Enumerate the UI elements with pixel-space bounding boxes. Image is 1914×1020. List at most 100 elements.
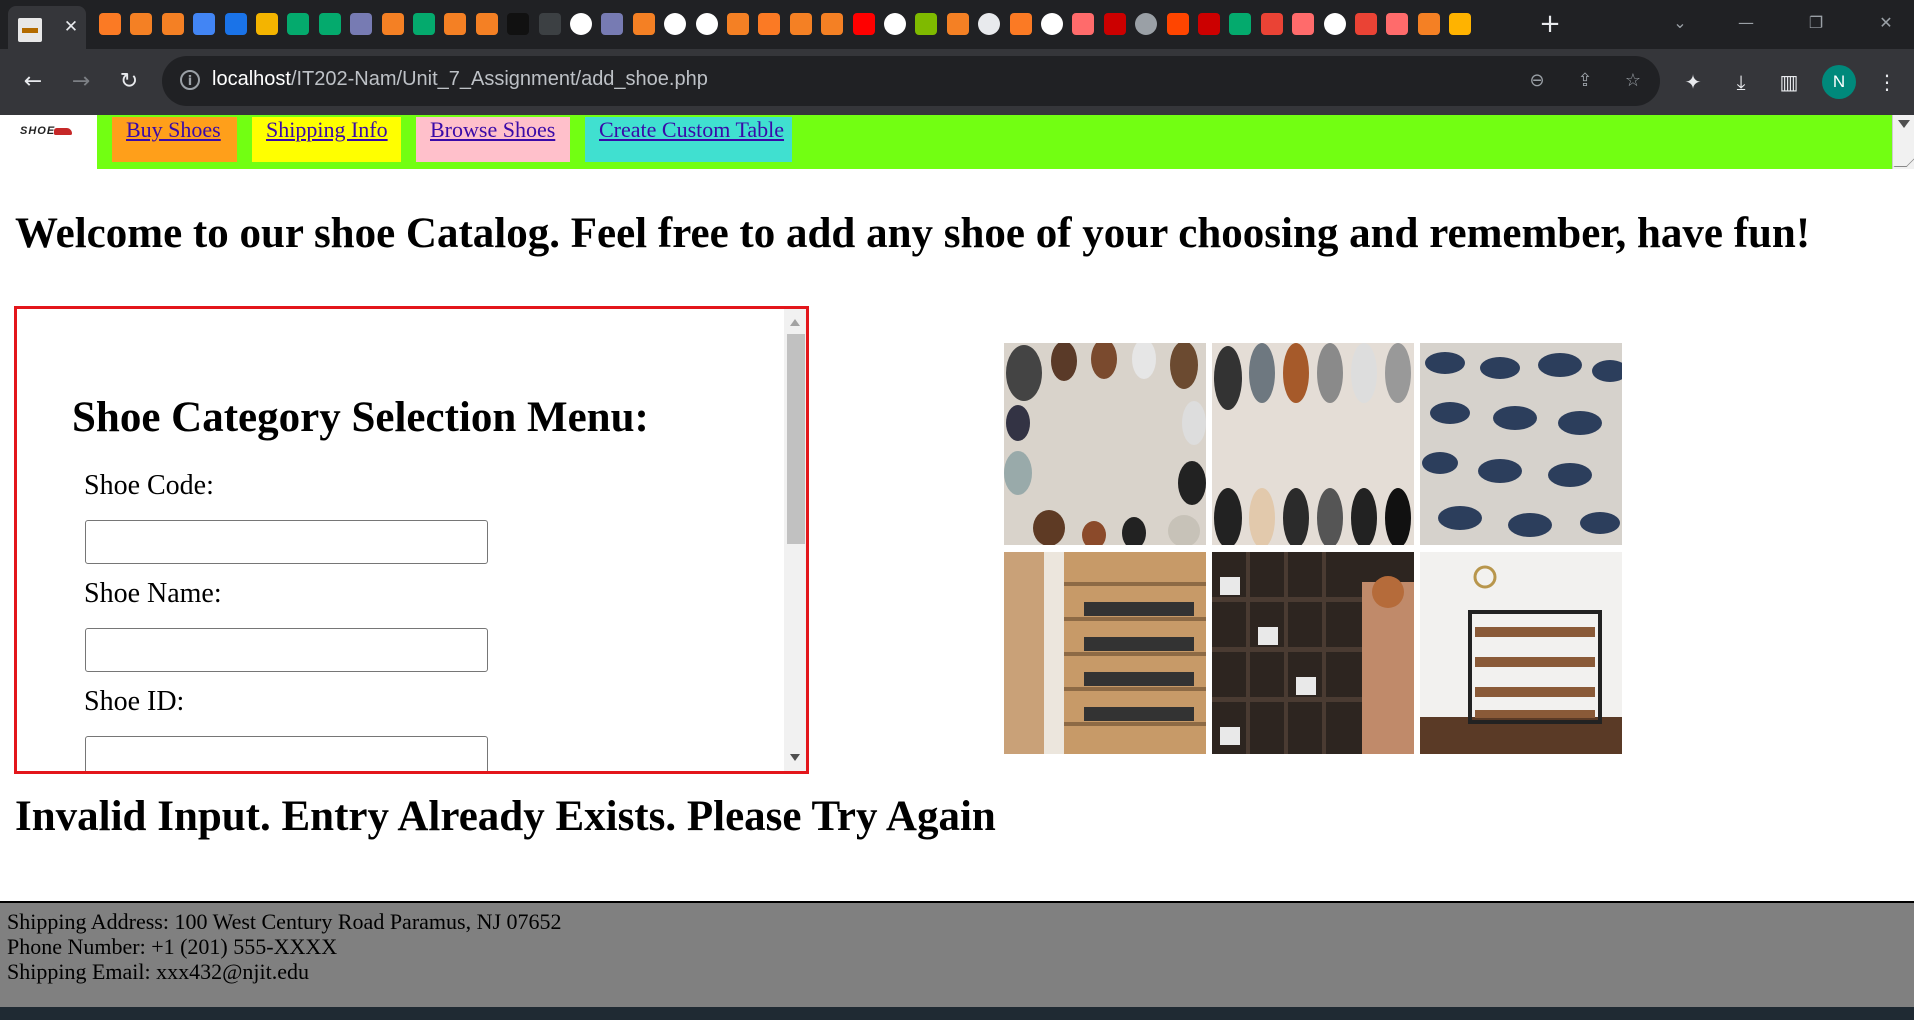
scroll-up-arrow-icon[interactable] <box>790 319 800 326</box>
w3schools-icon[interactable] <box>413 13 435 35</box>
xampp-icon[interactable] <box>1009 13 1032 35</box>
youtube-icon[interactable] <box>852 13 875 35</box>
url-text[interactable]: localhost/IT202-Nam/Unit_7_Assignment/ad… <box>212 68 708 91</box>
shoe-code-input[interactable] <box>85 520 488 564</box>
php-icon[interactable] <box>350 13 373 35</box>
shoes-row-floor-image <box>1212 343 1414 545</box>
shoe-name-input[interactable] <box>85 628 488 672</box>
tab-strip: ✕ + ⌄ — ❐ ✕ <box>0 0 1914 49</box>
google-icon[interactable] <box>884 13 906 35</box>
shoe-name-label: Shoe Name: <box>84 578 222 609</box>
stackoverflow-icon[interactable] <box>632 13 655 35</box>
nav-link-browse-shoes[interactable]: Browse Shoes <box>416 117 570 162</box>
stackoverflow-icon[interactable] <box>381 13 404 35</box>
c-icon[interactable] <box>1449 13 1472 35</box>
stackoverflow-icon[interactable] <box>130 13 153 35</box>
google-icon[interactable] <box>695 13 718 35</box>
back-button[interactable]: ← <box>16 65 50 99</box>
stackoverflow-icon[interactable] <box>1417 13 1440 35</box>
error-message: Invalid Input. Entry Already Exists. Ple… <box>15 793 996 840</box>
menu-icon[interactable]: ⋮ <box>1870 65 1904 99</box>
asterisk-icon[interactable] <box>1072 13 1095 35</box>
forward-button[interactable]: → <box>64 65 98 99</box>
new-tab-button[interactable]: + <box>1538 10 1562 38</box>
download-icon[interactable]: ⤓ <box>1724 65 1758 99</box>
g-icon[interactable] <box>1355 13 1377 35</box>
extensions-icon[interactable]: ✦ <box>1676 65 1710 99</box>
g-icon[interactable] <box>1260 13 1283 35</box>
microsoft-icon[interactable] <box>915 13 938 35</box>
google-icon[interactable] <box>664 13 687 35</box>
address-bar[interactable]: i localhost/IT202-Nam/Unit_7_Assignment/… <box>162 56 1660 106</box>
tab-search-icon[interactable]: ⌄ <box>1660 10 1700 36</box>
close-window-icon[interactable]: ✕ <box>1866 10 1906 36</box>
phpmyadmin-icon <box>18 18 42 42</box>
resize-grip-icon[interactable] <box>1893 154 1914 167</box>
asterisk-icon[interactable] <box>1386 13 1409 35</box>
shoe-rack-image <box>1420 552 1622 754</box>
scrollbar-thumb[interactable] <box>787 334 805 544</box>
nav-frame-scrollbar[interactable] <box>1892 115 1914 169</box>
url-host: localhost <box>212 68 291 90</box>
stackoverflow-icon[interactable] <box>161 13 184 35</box>
restore-icon[interactable]: ❐ <box>1796 10 1836 36</box>
footer-phone: Phone Number: +1 (201) 555-XXXX <box>7 934 338 959</box>
profile-avatar[interactable]: N <box>1822 65 1856 99</box>
code-icon[interactable] <box>538 13 561 35</box>
shoes-circle-floor-image <box>1004 343 1206 545</box>
shoe-logo: SHOE <box>20 125 72 141</box>
url-path: /IT202-Nam/Unit_7_Assignment/add_shoe.ph… <box>290 68 708 90</box>
stackoverflow-icon[interactable] <box>727 13 749 35</box>
history-icon[interactable] <box>978 13 1001 35</box>
side-panel-icon[interactable]: ▥ <box>1772 65 1806 99</box>
stackoverflow-icon[interactable] <box>946 13 969 35</box>
site-info-icon[interactable]: i <box>180 70 200 90</box>
shoes-wall-display-image <box>1420 343 1622 545</box>
shoe-gallery <box>1004 343 1622 756</box>
slides-icon[interactable] <box>256 13 278 35</box>
footer-address: Shipping Address: 100 West Century Road … <box>7 909 562 934</box>
circle-c-icon[interactable] <box>224 13 247 35</box>
globe-icon[interactable] <box>1135 13 1158 35</box>
w3schools-icon[interactable] <box>1229 13 1252 35</box>
zoom-icon[interactable]: ⊖ <box>1524 68 1550 94</box>
scroll-down-arrow-icon[interactable] <box>1898 120 1910 128</box>
shoe-store-shelves-image <box>1212 552 1414 754</box>
page-content: SHOE Buy Shoes Shipping Info Browse Shoe… <box>0 115 1914 1007</box>
asterisk-icon[interactable] <box>1292 13 1315 35</box>
browser-toolbar: ← → ↻ i localhost/IT202-Nam/Unit_7_Assig… <box>0 49 1914 115</box>
shoe-code-label: Shoe Code: <box>84 470 214 501</box>
w3schools-icon[interactable] <box>318 13 341 35</box>
xampp-icon[interactable] <box>758 13 781 35</box>
reddit-icon[interactable] <box>1166 13 1189 35</box>
google-icon[interactable] <box>1323 13 1346 35</box>
footer-email: Shipping Email: xxx432@njit.edu <box>7 959 309 984</box>
php-icon[interactable] <box>601 13 624 35</box>
close-tab-icon[interactable]: ✕ <box>60 16 82 38</box>
nav-link-shipping-info[interactable]: Shipping Info <box>252 117 401 162</box>
njit-icon[interactable] <box>1103 13 1126 35</box>
njit-icon[interactable] <box>1198 13 1220 35</box>
active-tab[interactable]: ✕ <box>8 6 86 49</box>
w3schools-icon[interactable] <box>287 13 310 35</box>
stackoverflow-icon[interactable] <box>821 13 844 35</box>
form-scrollbar[interactable] <box>784 309 806 771</box>
stackoverflow-icon[interactable] <box>789 13 812 35</box>
google-icon[interactable] <box>570 13 592 35</box>
google-docs-icon[interactable] <box>193 13 216 35</box>
scroll-down-arrow-icon[interactable] <box>790 754 800 761</box>
codepen-icon[interactable] <box>507 13 530 35</box>
nav-bar: Buy Shoes Shipping Info Browse Shoes Cre… <box>97 115 1898 169</box>
os-taskbar <box>0 1007 1914 1020</box>
nav-link-create-custom-table[interactable]: Create Custom Table <box>585 117 792 162</box>
shoe-id-input[interactable] <box>85 736 488 771</box>
stackoverflow-icon[interactable] <box>444 13 467 35</box>
minimize-icon[interactable]: — <box>1726 10 1766 36</box>
bookmark-star-icon[interactable]: ☆ <box>1620 68 1646 94</box>
stackoverflow-icon[interactable] <box>475 13 498 35</box>
reload-button[interactable]: ↻ <box>112 65 146 99</box>
share-icon[interactable]: ⇪ <box>1572 68 1598 94</box>
nav-link-buy-shoes[interactable]: Buy Shoes <box>112 117 237 162</box>
xampp-icon[interactable] <box>99 13 121 35</box>
google-icon[interactable] <box>1041 13 1063 35</box>
